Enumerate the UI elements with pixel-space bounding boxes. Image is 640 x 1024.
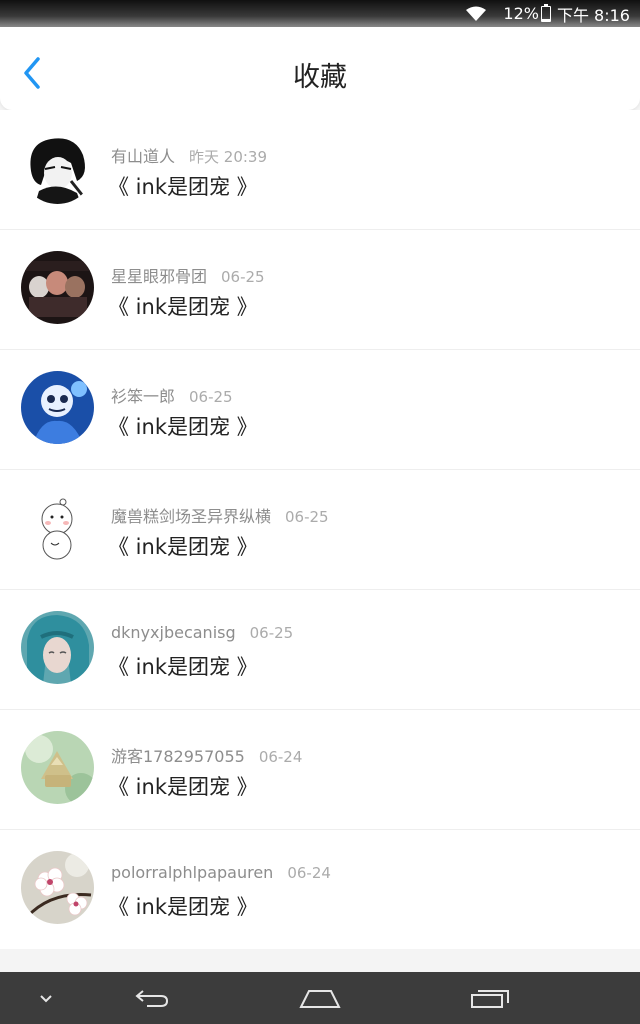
clock: 下午 8:16 [556, 5, 630, 25]
collapse-button[interactable] [26, 972, 66, 1024]
skeleton-avatar-image [21, 371, 94, 444]
timestamp: 06-25 [221, 268, 265, 286]
item-title: 《 ink是团宠 》 [108, 655, 258, 679]
list-item[interactable]: 游客1782957055 06-24 《 ink是团宠 》 [0, 710, 640, 830]
timestamp: 06-24 [258, 748, 303, 766]
item-title: 《 ink是团宠 》 [108, 775, 258, 799]
back-icon [135, 990, 169, 1007]
list-item[interactable]: 魔兽糕剑场圣异界纵横 06-25 《 ink是团宠 》 [0, 470, 640, 590]
page-title: 收藏 [293, 62, 347, 93]
item-meta: polorralphlpapauren 06-24 [111, 863, 331, 882]
list-item[interactable]: 星星眼邪骨团 06-25 《 ink是团宠 》 [0, 230, 640, 350]
item-title: 《 ink是团宠 》 [108, 175, 258, 199]
username: 衫笨一郎 [111, 387, 176, 406]
back-nav-button[interactable] [126, 972, 178, 1024]
username: 游客1782957055 [111, 747, 245, 766]
avatar[interactable] [21, 731, 94, 804]
timestamp: 06-25 [189, 388, 233, 406]
avatar[interactable] [21, 611, 94, 684]
list-item[interactable]: 有山道人 昨天 20:39 《 ink是团宠 》 [0, 110, 640, 230]
username: 魔兽糕剑场圣异界纵横 [111, 507, 272, 526]
list-item[interactable]: polorralphlpapauren 06-24 《 ink是团宠 》 [0, 830, 640, 949]
status-bar: 12% 下午 8:16 [0, 0, 640, 27]
recent-apps-button[interactable] [466, 972, 514, 1024]
item-meta: dknyxjbecanisg 06-25 [111, 623, 293, 642]
item-meta: 魔兽糕剑场圣异界纵横 06-25 [111, 503, 329, 527]
badge-avatar-image [21, 731, 94, 804]
item-title: 《 ink是团宠 》 [108, 535, 258, 559]
anime-boy-avatar-image [21, 131, 94, 204]
recent-apps-icon [471, 990, 509, 1008]
timestamp: 昨天 20:39 [189, 148, 268, 166]
item-title: 《 ink是团宠 》 [108, 895, 258, 919]
timestamp: 06-25 [249, 624, 294, 642]
username: 有山道人 [111, 147, 176, 166]
favorites-list: 有山道人 昨天 20:39 《 ink是团宠 》 星星眼邪骨团 06-25 《 in… [0, 110, 640, 949]
item-meta: 有山道人 昨天 20:39 [111, 143, 267, 167]
group-avatar-image [21, 251, 94, 324]
avatar[interactable] [21, 131, 94, 204]
item-title: 《 ink是团宠 》 [108, 415, 258, 439]
avatar[interactable] [21, 251, 94, 324]
item-meta: 星星眼邪骨团 06-25 [111, 263, 265, 287]
item-meta: 衫笨一郎 06-25 [111, 383, 233, 407]
timestamp: 06-24 [287, 864, 331, 882]
username: dknyxjbecanisg [111, 623, 236, 642]
timestamp: 06-25 [285, 508, 329, 526]
wifi-icon [466, 6, 487, 21]
list-item[interactable]: dknyxjbecanisg 06-25 《 ink是团宠 》 [0, 590, 640, 710]
avatar[interactable] [21, 491, 94, 564]
avatar[interactable] [21, 371, 94, 444]
avatar[interactable] [21, 851, 94, 924]
app-header: 收藏 [0, 27, 640, 110]
collapse-icon [40, 995, 52, 1003]
battery-icon [540, 3, 551, 22]
system-nav-bar [0, 972, 640, 1024]
username: polorralphlpapauren [111, 863, 274, 882]
list-item[interactable]: 衫笨一郎 06-25 《 ink是团宠 》 [0, 350, 640, 470]
item-meta: 游客1782957055 06-24 [111, 743, 302, 767]
username: 星星眼邪骨团 [111, 267, 208, 286]
snowman-avatar-image [21, 491, 94, 564]
flower-avatar-image [21, 851, 94, 924]
home-icon [299, 990, 341, 1008]
home-nav-button[interactable] [296, 972, 344, 1024]
item-title: 《 ink是团宠 》 [108, 295, 258, 319]
teal-hair-avatar-image [21, 611, 94, 684]
battery-percentage: 12% [503, 4, 539, 23]
